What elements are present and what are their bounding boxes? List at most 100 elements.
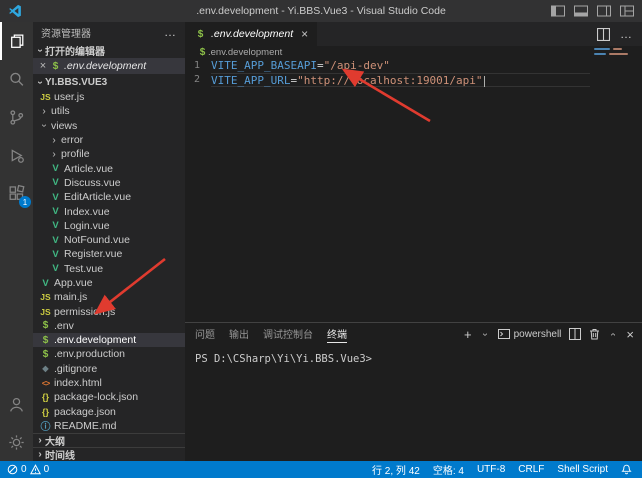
tree-item-Register.vue[interactable]: VRegister.vue [33, 247, 185, 261]
file-name: App.vue [54, 277, 93, 289]
activity-source-control[interactable] [0, 98, 33, 136]
toggle-secondary-sidebar-icon[interactable] [597, 5, 611, 17]
tree-item-App.vue[interactable]: VApp.vue [33, 276, 185, 290]
toggle-panel-icon[interactable] [574, 5, 588, 17]
tree-item-Login.vue[interactable]: VLogin.vue [33, 219, 185, 233]
tree-item-Index.vue[interactable]: VIndex.vue [33, 204, 185, 218]
terminal-shell-selector[interactable]: powershell [498, 329, 562, 340]
tree-item-.env[interactable]: $.env [33, 319, 185, 333]
maximize-panel-icon[interactable]: › [608, 329, 619, 339]
window-title: .env.development - Yi.BBS.Vue3 - Visual … [196, 5, 446, 17]
files-icon [8, 32, 27, 51]
js-file-icon: JS [39, 292, 52, 302]
breadcrumb[interactable]: $ .env.development [185, 46, 642, 59]
activity-account[interactable] [0, 385, 33, 423]
project-root-header[interactable]: › YI.BBS.VUE3 [33, 74, 185, 90]
activity-search[interactable] [0, 60, 33, 98]
tree-item-permission.js[interactable]: JSpermission.js [33, 304, 185, 318]
env-file-icon: $ [197, 47, 208, 58]
vscode-window: .env.development - Yi.BBS.Vue3 - Visual … [0, 0, 642, 482]
line-number: 2 [185, 73, 211, 87]
file-name: profile [61, 148, 90, 160]
split-terminal-icon[interactable] [569, 328, 581, 340]
problems-status[interactable]: 0 0 [7, 464, 49, 475]
encoding-status[interactable]: UTF-8 [477, 464, 505, 475]
tree-item-index.html[interactable]: <>index.html [33, 376, 185, 390]
tree-item-EditArticle.vue[interactable]: VEditArticle.vue [33, 190, 185, 204]
tree-item-README.md[interactable]: ⓘREADME.md [33, 419, 185, 433]
close-icon[interactable]: × [37, 60, 49, 72]
vue-file-icon: V [39, 278, 52, 289]
close-icon[interactable]: × [301, 27, 308, 41]
vue-file-icon: V [49, 206, 62, 217]
tree-item-Discuss.vue[interactable]: VDiscuss.vue [33, 176, 185, 190]
editor-more-actions-icon[interactable]: … [620, 27, 632, 41]
language-mode[interactable]: Shell Script [557, 464, 608, 475]
warning-count: 0 [44, 464, 50, 475]
code-line-2[interactable]: 2VITE_APP_URL="http://localhost:19001/ap… [185, 73, 642, 87]
tree-item-user.js[interactable]: JSuser.js [33, 90, 185, 104]
tree-item-profile[interactable]: ›profile [33, 147, 185, 161]
open-editor-item[interactable]: × $ .env.development [33, 58, 185, 74]
screen-bottom-edge [0, 478, 642, 482]
activity-explorer[interactable] [0, 22, 33, 60]
tree-item-Test.vue[interactable]: VTest.vue [33, 262, 185, 276]
close-panel-icon[interactable]: × [626, 328, 634, 341]
minimap[interactable] [594, 48, 636, 58]
tree-item-views[interactable]: ›views [33, 119, 185, 133]
line-number: 1 [185, 59, 211, 73]
outline-section[interactable]: › 大纲 [33, 433, 185, 447]
tree-item-.env.development[interactable]: $.env.development [33, 333, 185, 347]
indentation-status[interactable]: 空格: 4 [433, 462, 464, 477]
file-name: .env [54, 320, 74, 332]
tree-item-error[interactable]: ›error [33, 133, 185, 147]
explorer-sidebar: 资源管理器 … › 打开的编辑器 × $ .env.development › … [33, 22, 185, 461]
activity-settings[interactable] [0, 423, 33, 461]
activity-extensions[interactable]: 1 [0, 174, 33, 212]
tab-env-development[interactable]: $ .env.development × [185, 22, 318, 46]
tree-item-NotFound.vue[interactable]: VNotFound.vue [33, 233, 185, 247]
title-bar: .env.development - Yi.BBS.Vue3 - Visual … [0, 0, 642, 22]
panel-tab-问题[interactable]: 问题 [195, 324, 215, 342]
customize-layout-icon[interactable] [620, 5, 634, 17]
file-name: views [51, 120, 77, 132]
new-terminal-icon[interactable]: + [464, 328, 472, 341]
trash-icon[interactable] [589, 328, 600, 340]
terminal-prompt: PS D:\CSharp\Yi\Yi.BBS.Vue3> [195, 353, 372, 365]
vue-file-icon: V [49, 177, 62, 188]
panel-actions: + › powershell › × [464, 325, 634, 343]
extensions-badge: 1 [19, 196, 31, 208]
code-line-1[interactable]: 1VITE_APP_BASEAPI="/api-dev" [185, 59, 642, 73]
panel-tab-调试控制台[interactable]: 调试控制台 [263, 324, 313, 342]
notifications-bell-icon[interactable] [621, 464, 632, 475]
split-editor-icon[interactable] [597, 28, 610, 41]
sidebar-title: 资源管理器 [41, 25, 91, 40]
file-name: main.js [54, 291, 87, 303]
toggle-sidebar-icon[interactable] [551, 5, 565, 17]
json-file-icon: {} [39, 407, 52, 417]
chevron-down-icon[interactable]: › [479, 329, 490, 339]
tree-item-package-lock.json[interactable]: {}package-lock.json [33, 390, 185, 404]
panel-tab-输出[interactable]: 输出 [229, 324, 249, 342]
tree-item-package.json[interactable]: {}package.json [33, 405, 185, 419]
tree-item-Article.vue[interactable]: VArticle.vue [33, 161, 185, 175]
file-name: EditArticle.vue [64, 191, 131, 203]
eol-status[interactable]: CRLF [518, 464, 544, 475]
tree-item-.env.production[interactable]: $.env.production [33, 347, 185, 361]
tree-item-utils[interactable]: ›utils [33, 104, 185, 118]
activity-run-debug[interactable] [0, 136, 33, 174]
env-file-icon: $ [39, 349, 52, 360]
file-name: package.json [54, 406, 116, 418]
panel-tab-终端[interactable]: 终端 [327, 324, 347, 343]
js-file-icon: JS [39, 307, 52, 317]
open-editors-header[interactable]: › 打开的编辑器 [33, 42, 185, 58]
activity-bar: 1 [0, 22, 33, 461]
timeline-section[interactable]: › 时间线 [33, 447, 185, 461]
more-actions-icon[interactable]: … [164, 25, 177, 39]
tree-item-.gitignore[interactable]: ◆.gitignore [33, 362, 185, 376]
open-editors-label: 打开的编辑器 [45, 43, 105, 58]
terminal-output[interactable]: PS D:\CSharp\Yi\Yi.BBS.Vue3> [185, 343, 642, 365]
tree-item-main.js[interactable]: JSmain.js [33, 290, 185, 304]
cursor-position[interactable]: 行 2, 列 42 [372, 462, 420, 477]
vue-file-icon: V [49, 249, 62, 260]
